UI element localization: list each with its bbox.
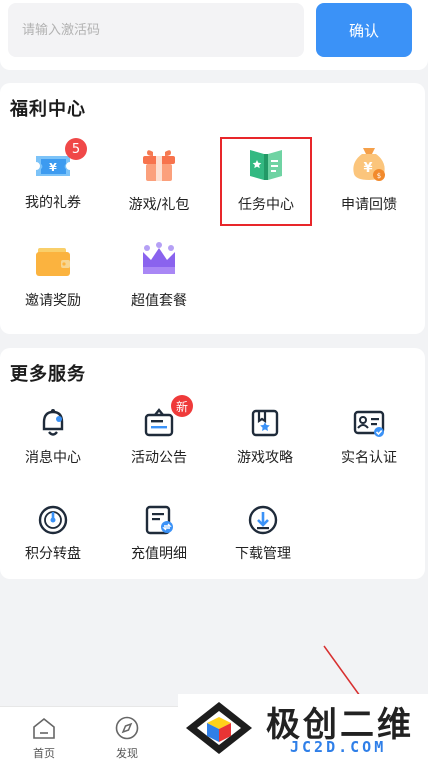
welfare-title: 福利中心 [10, 99, 86, 120]
nav-item-home[interactable]: 首页 [24, 715, 64, 759]
crown-icon [139, 240, 179, 280]
wallet-icon [33, 242, 73, 282]
service-item-label: 积分转盘 [25, 546, 81, 562]
annotation-line [323, 645, 361, 697]
welfare-item-label: 超值套餐 [131, 293, 187, 309]
service-item-label: 游戏攻略 [237, 450, 293, 466]
service-item-real-name-verification[interactable]: 实名认证 [316, 407, 422, 467]
svg-text:¥: ¥ [49, 161, 57, 174]
service-item-label: 活动公告 [131, 450, 187, 466]
welfare-item-game-gifts[interactable]: 游戏/礼包 [106, 144, 212, 214]
service-item-announcements[interactable]: 新 活动公告 [106, 395, 212, 467]
welfare-item-label: 邀请奖励 [25, 293, 81, 309]
service-item-messages[interactable]: 消息中心 [0, 407, 106, 467]
service-item-recharge-details[interactable]: 充值明细 [106, 504, 212, 563]
service-item-label: 实名认证 [341, 450, 397, 466]
activation-bar: 确认 [0, 0, 428, 70]
home-icon [33, 717, 55, 739]
welfare-item-value-packages[interactable]: 超值套餐 [106, 240, 212, 310]
service-item-game-guides[interactable]: 游戏攻略 [212, 407, 318, 467]
confirm-button[interactable]: 确认 [316, 3, 412, 57]
service-item-label: 消息中心 [25, 450, 81, 466]
bookmark-star-icon [249, 407, 281, 439]
wheel-icon [37, 504, 69, 536]
activation-code-input[interactable] [8, 3, 304, 57]
nav-item-discover[interactable]: 发现 [107, 715, 147, 759]
svg-text:¥: ¥ [363, 161, 372, 176]
nav-label: 首页 [33, 747, 55, 759]
service-item-label: 充值明细 [131, 546, 187, 562]
welfare-item-label: 申请回馈 [341, 197, 397, 213]
compass-icon [115, 716, 139, 740]
service-item-points-wheel[interactable]: 积分转盘 [0, 504, 106, 563]
download-icon [247, 504, 279, 536]
ticket-icon: ¥ 5 [33, 138, 87, 186]
new-badge: 新 [171, 395, 193, 417]
services-title: 更多服务 [10, 364, 86, 385]
id-card-icon [352, 407, 386, 439]
welfare-item-apply-rebate[interactable]: ¥ $ 申请回馈 [316, 144, 422, 214]
svg-text:$: $ [377, 172, 381, 180]
gift-box-icon [139, 144, 179, 184]
welfare-item-invite-rewards[interactable]: 邀请奖励 [0, 242, 106, 310]
watermark-logo-icon [186, 702, 252, 754]
money-bag-icon: ¥ $ [349, 144, 389, 184]
watermark-text-en: JC2D.COM [290, 738, 387, 756]
announcement-icon: 新 [143, 395, 193, 439]
bell-icon [37, 407, 69, 439]
coupon-count-badge: 5 [65, 138, 87, 160]
nav-label: 发现 [116, 747, 138, 759]
task-center-highlight [220, 137, 312, 226]
watermark: 极创二维 JC2D.COM [178, 694, 428, 759]
service-item-download-manager[interactable]: 下载管理 [210, 504, 316, 563]
service-item-label: 下载管理 [235, 546, 291, 562]
welfare-item-label: 我的礼券 [25, 195, 81, 211]
welfare-item-my-coupons[interactable]: ¥ 5 我的礼券 [0, 138, 106, 212]
recharge-list-icon [143, 504, 175, 536]
welfare-item-label: 游戏/礼包 [128, 197, 190, 213]
